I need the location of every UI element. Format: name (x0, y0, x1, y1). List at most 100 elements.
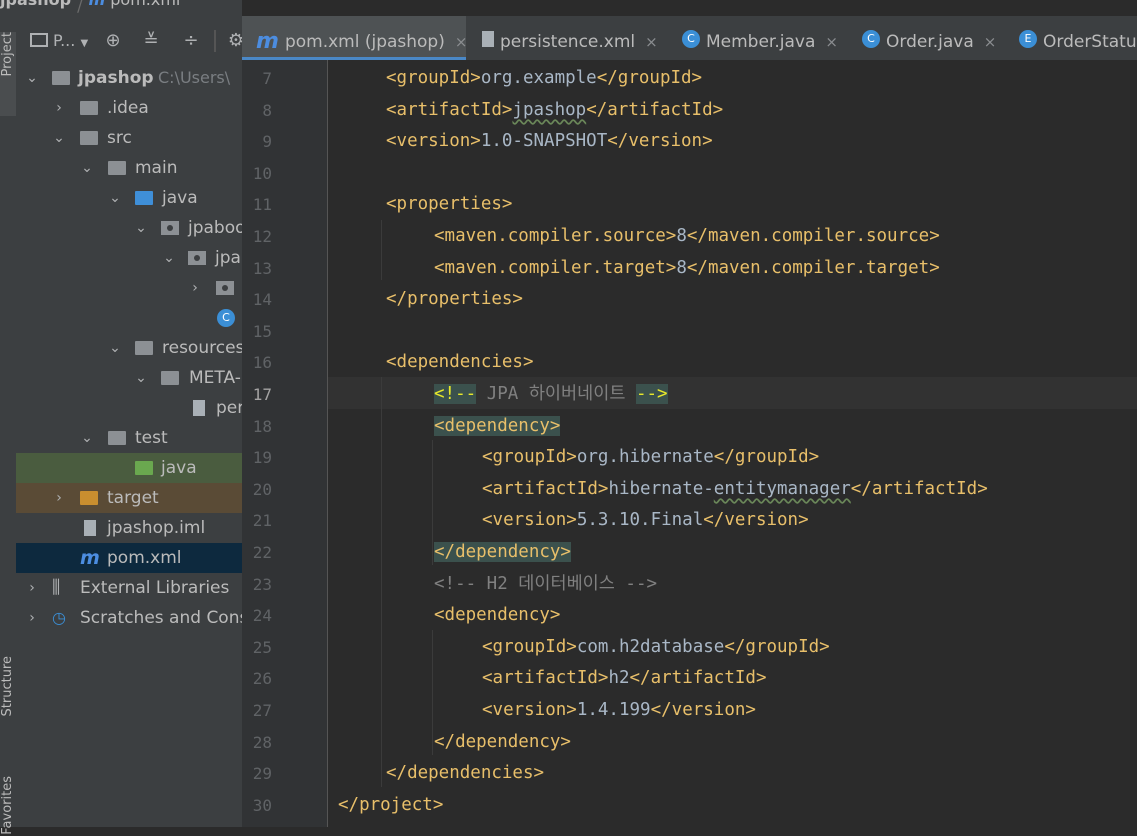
chevron-right-icon[interactable]: › (51, 93, 67, 123)
line-number[interactable]: 8 (242, 101, 272, 120)
line-number[interactable]: 30 (242, 796, 272, 815)
chevron-down-icon[interactable]: ⌄ (24, 63, 40, 93)
tree-item-main[interactable]: ⌄ main (16, 153, 242, 183)
close-icon[interactable]: × (645, 33, 658, 51)
tree-item-idea[interactable]: › .idea (16, 93, 242, 123)
line-number[interactable]: 14 (242, 290, 272, 309)
line-number[interactable]: 25 (242, 638, 272, 657)
locate-file-icon[interactable]: ⊕ (100, 26, 126, 56)
code-line: <version>1.4.199</version> (482, 700, 756, 720)
tab-member-java[interactable]: C Member.java × (682, 16, 838, 60)
tab-pom-xml[interactable]: m pom.xml (jpashop) × (242, 16, 468, 60)
breadcrumb-file[interactable]: pom.xml (110, 0, 180, 9)
line-number[interactable]: 9 (242, 132, 272, 151)
chevron-down-icon[interactable]: ⌄ (133, 213, 149, 243)
gear-icon[interactable]: ⚙ (226, 26, 242, 56)
code-line: </dependency> (434, 542, 571, 562)
line-number[interactable]: 16 (242, 353, 272, 372)
tree-item-pom[interactable]: m pom.xml (16, 543, 242, 573)
package-icon (188, 251, 206, 265)
line-number[interactable]: 12 (242, 227, 272, 246)
chevron-down-icon[interactable]: ⌄ (161, 243, 177, 273)
line-number[interactable]: 27 (242, 701, 272, 720)
chevron-down-icon[interactable]: ⌄ (107, 333, 123, 363)
tree-item-label: jpashop (78, 68, 154, 88)
line-number[interactable]: 15 (242, 322, 272, 341)
line-number[interactable]: 11 (242, 195, 272, 214)
line-number[interactable]: 21 (242, 511, 272, 530)
close-icon[interactable]: × (984, 33, 997, 51)
line-number[interactable]: 20 (242, 480, 272, 499)
line-number[interactable]: 28 (242, 733, 272, 752)
project-tool-tab[interactable]: Project (0, 32, 16, 116)
code-editor[interactable]: <groupId>org.example</groupId> <artifactI… (328, 60, 1137, 827)
chevron-down-icon[interactable]: ⌄ (133, 363, 149, 393)
line-number[interactable]: 23 (242, 575, 272, 594)
tab-label: OrderStatus (1043, 32, 1137, 52)
tree-item-scratches[interactable]: › ◷ Scratches and Consoles (16, 603, 242, 633)
line-number[interactable]: 26 (242, 669, 272, 688)
tree-item-java[interactable]: ⌄ java (16, 183, 242, 213)
tab-persistence-xml[interactable]: persistence.xml × (482, 16, 658, 60)
line-number[interactable]: 24 (242, 606, 272, 625)
line-number[interactable]: 22 (242, 543, 272, 562)
scratches-icon: ◷ (52, 608, 66, 627)
line-number[interactable]: 7 (242, 69, 272, 88)
code-line: <groupId>org.example</groupId> (386, 68, 703, 88)
tree-item-test[interactable]: ⌄ test (16, 423, 242, 453)
code-line: <artifactId>h2</artifactId> (482, 668, 767, 689)
line-number[interactable]: 17 (242, 385, 272, 404)
line-number[interactable]: 10 (242, 164, 272, 183)
tree-item-label: persistence.xml (216, 398, 242, 418)
toolbar-divider (214, 30, 216, 52)
chevron-right-icon[interactable]: › (24, 603, 40, 633)
code-line: <artifactId>hibernate-entitymanager</art… (482, 478, 988, 499)
chevron-right-icon[interactable]: › (187, 273, 203, 303)
line-number[interactable]: 13 (242, 259, 272, 278)
line-number[interactable]: 18 (242, 417, 272, 436)
test-folder-icon (135, 461, 153, 475)
tree-item-iml[interactable]: jpashop.iml (16, 513, 242, 543)
tree-item-target[interactable]: › target (16, 483, 242, 513)
tree-item-label: META-INF (189, 368, 242, 388)
chevron-down-icon[interactable]: ⌄ (79, 153, 95, 183)
close-icon[interactable]: × (455, 33, 468, 51)
excluded-folder-icon (80, 491, 98, 505)
chevron-right-icon[interactable]: › (51, 483, 67, 513)
code-line: <!-- JPA 하이버네이트 --> (434, 384, 668, 404)
chevron-down-icon[interactable]: ⌄ (107, 183, 123, 213)
tab-label: pom.xml (jpashop) (284, 32, 445, 52)
chevron-down-icon[interactable]: ⌄ (51, 123, 67, 153)
tree-item-external-libraries[interactable]: › ⫼ External Libraries (16, 573, 242, 603)
tree-item-root[interactable]: ⌄ jpashop C:\Users\ (16, 63, 242, 93)
tree-item-path: C:\Users\ (158, 68, 231, 87)
tree-item-main-class[interactable]: C (16, 303, 242, 333)
tree-item-subpackage[interactable]: › (16, 273, 242, 303)
code-line: <maven.compiler.source>8</maven.compiler… (434, 226, 940, 246)
tree-item-meta-inf[interactable]: ⌄ META-INF (16, 363, 242, 393)
tree-item-persistence[interactable]: persistence.xml (16, 393, 242, 423)
tree-item-test-java[interactable]: java (16, 453, 242, 483)
structure-tool-tab[interactable]: Structure (0, 656, 16, 744)
favorites-tool-tab[interactable]: Favorites (0, 776, 16, 836)
tree-item-src[interactable]: ⌄ src (16, 123, 242, 153)
line-number[interactable]: 29 (242, 764, 272, 783)
tab-orderstatus[interactable]: E OrderStatus (1019, 16, 1137, 60)
maven-icon: m (256, 29, 279, 54)
code-line: <dependency> (434, 415, 561, 436)
tree-item-resources[interactable]: ⌄ resources (16, 333, 242, 363)
expand-all-icon[interactable]: ≚ (138, 26, 164, 56)
collapse-all-icon[interactable]: ÷ (178, 26, 204, 56)
chevron-right-icon[interactable]: › (24, 573, 40, 603)
line-number-gutter[interactable]: 7 8 9 10 11 12 13 14 15 16 17 18 19 20 21 22 23 24 25 26 27 2… (242, 60, 328, 827)
chevron-down-icon[interactable]: ⌄ (79, 423, 95, 453)
line-number[interactable]: 19 (242, 448, 272, 467)
tree-item-package-jpabook[interactable]: ⌄ jpabook (16, 213, 242, 243)
tab-order-java[interactable]: C Order.java × (862, 16, 996, 60)
tree-item-package-jpa[interactable]: ⌄ jpa (16, 243, 242, 273)
project-view-dropdown[interactable]: P... ▼ (28, 26, 90, 56)
tree-item-label: jpa (215, 248, 241, 268)
close-icon[interactable]: × (825, 33, 838, 51)
breadcrumb-project[interactable]: jpashop (0, 0, 71, 9)
indent-guide (381, 220, 382, 280)
